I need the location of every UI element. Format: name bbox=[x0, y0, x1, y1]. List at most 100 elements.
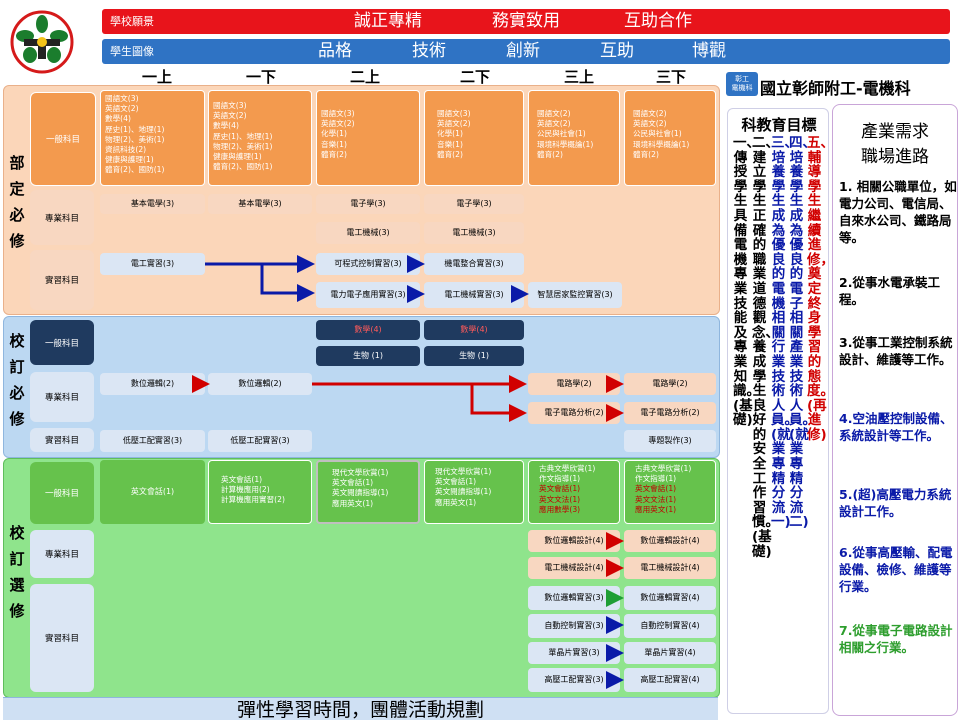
course-lines: 古典文學欣賞(1) 作文指導(1) bbox=[635, 464, 692, 484]
section-label-required-school: 校 訂 必 修 bbox=[9, 332, 25, 428]
dept-badge: 彰工 電機科 bbox=[726, 72, 758, 96]
semester-header: 一下 bbox=[245, 68, 276, 86]
course-box: 電工機械設計(4) bbox=[624, 557, 716, 579]
vision-item: 互助合作 bbox=[624, 11, 692, 31]
portrait-item: 互助 bbox=[600, 41, 634, 61]
course-box: 電路學(2) bbox=[624, 373, 716, 395]
course-box: 電工機械設計(4) bbox=[528, 557, 620, 579]
career-item: 5.(超)高壓電力系統設計工作。 bbox=[839, 487, 952, 519]
course-box-general-3a: 國語文(2) 英語文(2) 公民與社會(1) 環境科學概論(1) 體育(2) bbox=[528, 90, 620, 186]
course-box: 電子電路分析(2) bbox=[624, 402, 716, 424]
course-box-3b: 古典文學欣賞(1) 作文指導(1) 英文會話(1) 英文文法(1) 應用英文(1… bbox=[624, 460, 716, 524]
career-item: 2.從事水電承裝工程。 bbox=[839, 275, 940, 307]
portrait-item: 創新 bbox=[506, 41, 540, 61]
objectives-title: 科教育目標 bbox=[741, 116, 817, 134]
vision-banner: 學校願景 誠正專精 務實致用 互助合作 bbox=[102, 9, 950, 34]
course-box: 生物 (1) bbox=[316, 346, 420, 366]
course-box: 生物 (1) bbox=[424, 346, 524, 366]
course-box-general-1a: 國語文(3) 英語文(2) 數學(4) 歷史(1)、地理(1) 物理(2)、美術… bbox=[100, 90, 205, 186]
course-box: 數學(4) bbox=[424, 320, 524, 340]
course-box: 高壓工配實習(4) bbox=[624, 668, 716, 692]
category-major: 專業科目 bbox=[30, 372, 94, 422]
semester-header: 二上 bbox=[349, 68, 380, 86]
course-box: 電路學(2) bbox=[528, 373, 620, 395]
course-box-general-1b: 國語文(3) 英語文(2) 數學(4) 歷史(1)、地理(1) 物理(2)、美術… bbox=[208, 90, 312, 186]
course-box: 基本電學(3) bbox=[208, 194, 312, 214]
category-general: 一般科目 bbox=[30, 320, 94, 365]
career-title: 產業需求 職場進路 bbox=[861, 122, 929, 167]
course-box: 專題製作(3) bbox=[624, 430, 716, 452]
course-box: 自動控制實習(3) bbox=[528, 614, 620, 638]
course-box: 自動控制實習(4) bbox=[624, 614, 716, 638]
course-box: 基本電學(3) bbox=[100, 194, 205, 214]
course-box: 數位邏輯實習(4) bbox=[624, 586, 716, 610]
course-box: 英文會話(1) 計算機應用(2) 計算機應用實習(2) bbox=[208, 460, 312, 524]
objective-item: 一、傳授學生具備電機專業技能及專業知識。(基礎) bbox=[733, 135, 760, 429]
semester-header: 三下 bbox=[655, 68, 686, 86]
course-box: 可程式控制實習(3) bbox=[316, 253, 420, 275]
course-box: 電子電路分析(2) bbox=[528, 402, 620, 424]
section-label-required-dept: 部 定 必 修 bbox=[9, 154, 25, 250]
course-box: 數學(4) bbox=[316, 320, 420, 340]
course-box: 電子學(3) bbox=[316, 194, 420, 214]
course-box-general-3b: 國語文(2) 英語文(2) 公民與社會(1) 環境科學概論(1) 體育(2) bbox=[624, 90, 716, 186]
school-logo bbox=[10, 10, 74, 74]
course-lines-highlight: 英文會話(1) 英文文法(1) 應用英文(1) bbox=[635, 484, 677, 514]
objective-item: 二、建立學生正確的職業道德觀念、養成學生良好的安全工作習慣。(基礎) bbox=[752, 135, 779, 560]
portrait-banner: 學生圖像 品格 技術 創新 互助 博觀 bbox=[102, 39, 950, 64]
course-box: 機電整合實習(3) bbox=[424, 253, 524, 275]
course-box: 單晶片實習(4) bbox=[624, 642, 716, 664]
objective-item: 五、輔導學生繼續進修，奠定終身學習的態度。(再進修) bbox=[807, 135, 834, 443]
school-name: 國立彰師附工-電機科 bbox=[760, 79, 911, 98]
vision-label: 學校願景 bbox=[110, 15, 154, 28]
course-lines: 古典文學欣賞(1) 作文指導(1) bbox=[539, 464, 596, 484]
course-box: 低壓工配實習(3) bbox=[100, 430, 205, 452]
semester-header: 一上 bbox=[141, 68, 172, 86]
portrait-label: 學生圖像 bbox=[110, 45, 154, 58]
category-general: 一般科目 bbox=[30, 462, 94, 524]
course-box-general-2a: 國語文(3) 英語文(2) 化學(1) 音樂(1) 體育(2) bbox=[316, 90, 420, 186]
section-label-elective-school: 校 訂 選 修 bbox=[9, 524, 25, 620]
category-major: 專業科目 bbox=[30, 190, 94, 245]
course-box: 智慧居家監控實習(3) bbox=[528, 282, 622, 308]
course-box: 電工機械(3) bbox=[316, 222, 420, 244]
portrait-item: 技術 bbox=[412, 41, 446, 61]
semester-header: 二下 bbox=[459, 68, 490, 86]
vision-item: 誠正專精 bbox=[354, 11, 422, 31]
course-box-general-2b: 國語文(3) 英語文(2) 化學(1) 音樂(1) 體育(2) bbox=[424, 90, 524, 186]
course-box: 現代文學欣賞(1) 英文會話(1) 英文閱讀指導(1) 應用英文(1) bbox=[424, 460, 524, 524]
category-general: 一般科目 bbox=[30, 92, 96, 186]
course-box: 英文會話(1) bbox=[100, 460, 205, 524]
course-box: 數位邏輯(2) bbox=[100, 373, 205, 395]
course-box: 數位邏輯實習(3) bbox=[528, 586, 620, 610]
career-item: 4.空油壓控制設備、系統設計等工作。 bbox=[839, 411, 953, 443]
course-box: 數位邏輯(2) bbox=[208, 373, 312, 395]
category-major: 專業科目 bbox=[30, 530, 94, 578]
course-lines-highlight: 英文會話(1) 英文文法(1) 應用數學(3) bbox=[539, 484, 581, 514]
course-box: 現代文學欣賞(1) 英文會話(1) 英文閱讀指導(1) 應用英文(1) bbox=[316, 460, 420, 524]
career-item: 7.從事電子電路設計相關之行業。 bbox=[839, 623, 953, 655]
objective-item: 四、培養學生成為優良的電子相關產業技術人員。(就業專精分流二) bbox=[789, 135, 816, 531]
category-practice: 實習科目 bbox=[30, 584, 94, 692]
course-box: 低壓工配實習(3) bbox=[208, 430, 312, 452]
career-item: 6.從事高壓輸、配電設備、檢修、維護等行業。 bbox=[839, 545, 953, 594]
portrait-item: 品格 bbox=[318, 41, 352, 61]
semester-header: 三上 bbox=[563, 68, 594, 86]
career-item: 1. 相關公職單位，如電力公司、電信局、自來水公司、鐵路局等。 bbox=[839, 179, 957, 245]
category-practice: 實習科目 bbox=[30, 250, 94, 310]
course-box: 數位邏輯設計(4) bbox=[624, 530, 716, 552]
course-box: 電子學(3) bbox=[424, 194, 524, 214]
course-box: 高壓工配實習(3) bbox=[528, 668, 620, 692]
category-practice: 實習科目 bbox=[30, 428, 94, 452]
career-item: 3.從事工業控制系統設計、維護等工作。 bbox=[839, 335, 953, 367]
course-box: 數位邏輯設計(4) bbox=[528, 530, 620, 552]
course-box: 單晶片實習(3) bbox=[528, 642, 620, 664]
course-box: 電力電子應用實習(3) bbox=[316, 282, 420, 308]
vision-item: 務實致用 bbox=[492, 11, 560, 31]
course-box: 電工實習(3) bbox=[100, 253, 205, 275]
portrait-item: 博觀 bbox=[692, 41, 726, 61]
course-box-3a: 古典文學欣賞(1) 作文指導(1) 英文會話(1) 英文文法(1) 應用數學(3… bbox=[528, 460, 620, 524]
course-box: 電工機械(3) bbox=[424, 222, 524, 244]
footer-text: 彈性學習時間，團體活動規劃 bbox=[236, 699, 484, 721]
course-box: 電工機械實習(3) bbox=[424, 282, 524, 308]
